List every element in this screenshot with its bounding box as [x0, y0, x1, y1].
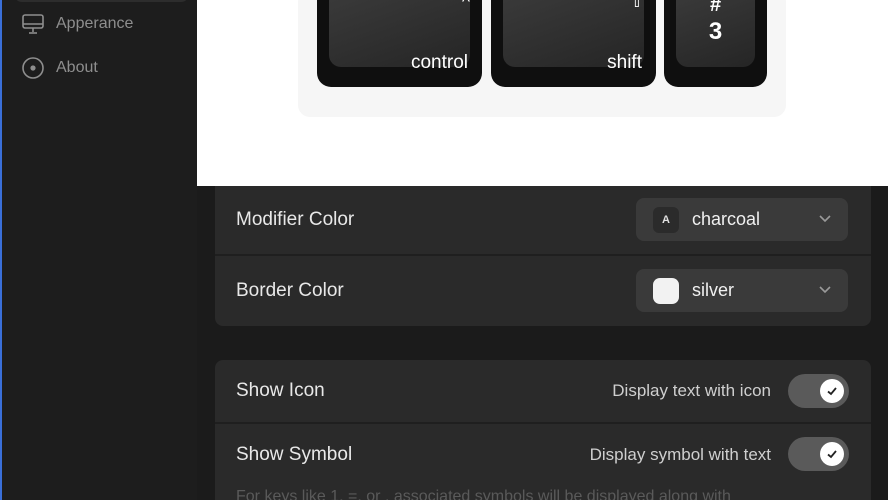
show-symbol-description: Display symbol with text: [589, 445, 771, 464]
key-preview-tray: ^ control ⇧ shift # 3: [298, 0, 786, 117]
sidebar: Apperance About: [0, 0, 197, 500]
info-circle-icon: [20, 55, 46, 81]
border-color-swatch: [653, 277, 679, 304]
modifier-color-title: Modifier Color: [236, 209, 355, 230]
show-symbol-title: Show Symbol: [236, 444, 353, 465]
key-bottom-symbol: 3: [708, 18, 723, 45]
chevron-down-icon: [818, 211, 832, 230]
modifier-color-swatch: A: [653, 206, 679, 233]
modifier-color-value: charcoal: [692, 209, 761, 229]
show-icon-toggle[interactable]: [788, 374, 849, 408]
modifier-color-row: Modifier Color A charcoal: [215, 186, 871, 254]
shift-key-label: shift: [607, 52, 642, 73]
keystroke-preview: ^ control ⇧ shift # 3: [197, 0, 888, 186]
digit-3-key: # 3: [664, 0, 767, 87]
key-top-symbol: #: [709, 0, 722, 16]
main-panel: ^ control ⇧ shift # 3 Modifier Color A c…: [197, 0, 888, 500]
sidebar-item-label: About: [56, 59, 98, 76]
control-key: ^ control: [317, 0, 482, 87]
show-icon-description: Display text with icon: [612, 381, 771, 400]
check-icon: [820, 442, 844, 466]
check-icon: [820, 379, 844, 403]
show-symbol-row: Show Symbol Display symbol with text: [215, 424, 871, 486]
display-options-card: Show Icon Display text with icon Show Sy…: [215, 360, 871, 500]
show-icon-title: Show Icon: [236, 380, 325, 401]
control-symbol-icon: ^: [462, 0, 470, 11]
border-color-row: Border Color silver: [215, 256, 871, 326]
monitor-icon: [20, 11, 46, 37]
sidebar-item-about[interactable]: About: [20, 55, 98, 81]
sidebar-active-item[interactable]: [14, 0, 189, 2]
show-symbol-toggle[interactable]: [788, 437, 849, 471]
border-color-value: silver: [692, 280, 735, 300]
shift-symbol-icon: ⇧: [629, 0, 644, 11]
shift-key: ⇧ shift: [491, 0, 656, 87]
sidebar-item-label: Apperance: [56, 15, 134, 32]
border-color-select[interactable]: silver: [636, 269, 848, 312]
show-icon-row: Show Icon Display text with icon: [215, 360, 871, 422]
show-symbol-footnote: For keys like 1, =, or , associated symb…: [236, 488, 731, 500]
modifier-color-select[interactable]: A charcoal: [636, 198, 848, 241]
colors-card: Modifier Color A charcoal Border Color s…: [215, 186, 871, 326]
chevron-down-icon: [818, 282, 832, 301]
sidebar-item-appearance[interactable]: Apperance: [20, 11, 133, 37]
border-color-title: Border Color: [236, 280, 344, 301]
control-key-label: control: [410, 52, 468, 73]
